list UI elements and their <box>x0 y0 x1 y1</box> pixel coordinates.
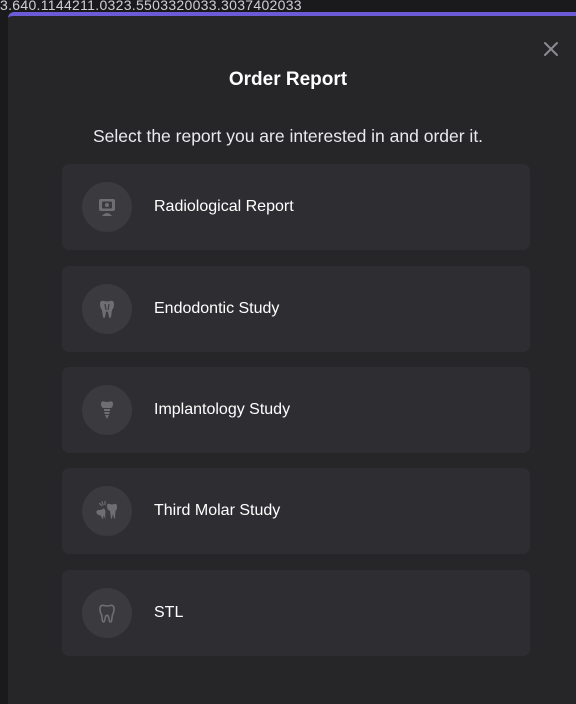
option-third-molar-study[interactable]: Third Molar Study <box>62 468 530 554</box>
tooth-outline-icon <box>82 588 132 638</box>
option-stl[interactable]: STL <box>62 570 530 656</box>
dental-implant-icon <box>82 385 132 435</box>
option-label: Third Molar Study <box>154 502 281 519</box>
option-radiological-report[interactable]: Radiological Report <box>62 164 530 250</box>
order-report-modal: Order Report Select the report you are i… <box>8 12 576 704</box>
option-label: STL <box>154 604 184 621</box>
close-button[interactable] <box>540 38 562 60</box>
option-label: Endodontic Study <box>154 300 280 317</box>
close-icon <box>544 42 558 56</box>
option-label: Radiological Report <box>154 198 294 215</box>
option-implantology-study[interactable]: Implantology Study <box>62 367 530 453</box>
option-label: Implantology Study <box>154 401 291 418</box>
modal-title: Order Report <box>228 69 348 90</box>
option-endodontic-study[interactable]: Endodontic Study <box>62 266 530 352</box>
tooth-root-icon <box>82 284 132 334</box>
radiological-report-icon <box>82 182 132 232</box>
third-molar-icon <box>82 486 132 536</box>
modal-subtitle: Select the report you are interested in … <box>92 126 484 146</box>
